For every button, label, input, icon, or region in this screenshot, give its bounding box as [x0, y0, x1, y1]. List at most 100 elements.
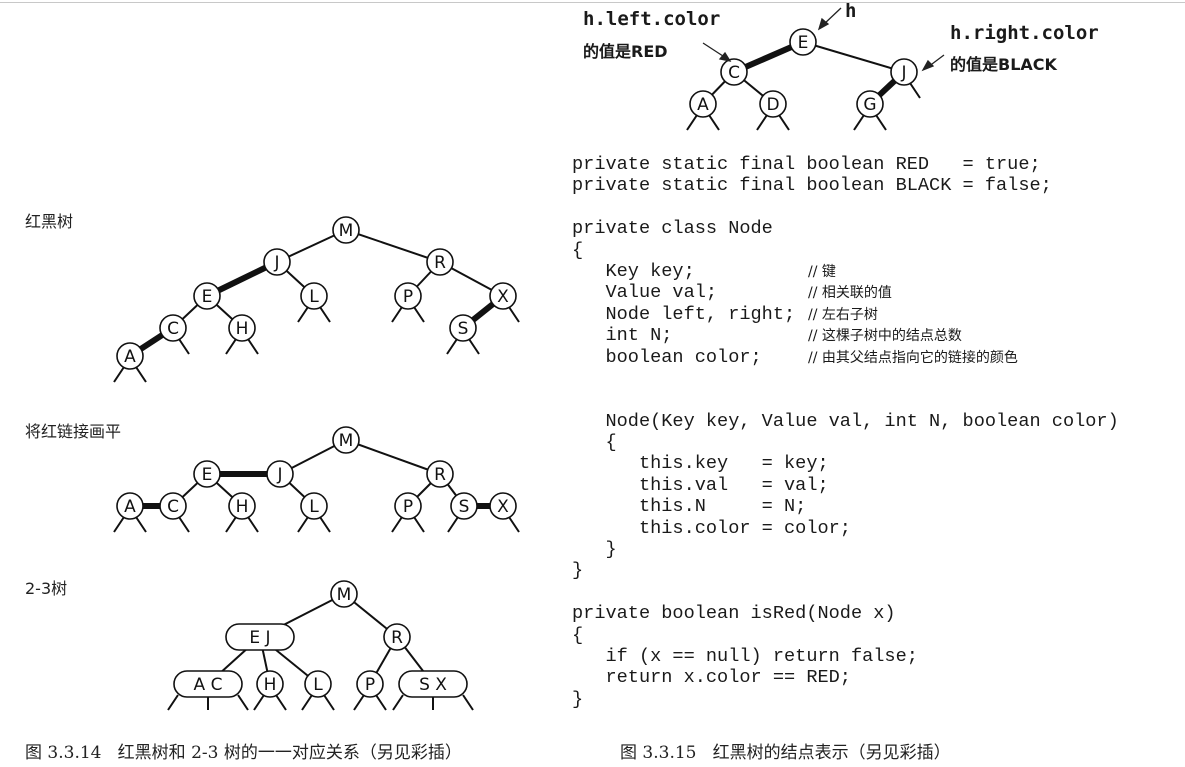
label-red-black-tree: 红黑树	[25, 212, 74, 231]
node-key: M	[339, 221, 354, 241]
code-comment: // 键	[808, 263, 836, 280]
code-listing: private static final boolean RED = true;…	[572, 154, 1119, 710]
null-link-stub	[853, 114, 865, 131]
node-key: S	[459, 497, 470, 517]
code-text: {	[572, 239, 584, 261]
code-text: private boolean isRed(Node x)	[572, 603, 896, 625]
code-line: Key key; // 键	[572, 261, 1119, 282]
null-link-stub	[391, 306, 403, 323]
null-link-stub	[297, 516, 309, 533]
null-link-stub	[909, 82, 921, 99]
code-text: }	[572, 688, 584, 710]
null-link-stub	[391, 516, 403, 533]
null-link-stub	[686, 114, 698, 131]
code-line: Value val; // 相关联的值	[572, 282, 1119, 303]
two-three-tree: M E J R A C H L P S X	[167, 580, 474, 711]
null-link-stub	[167, 694, 179, 711]
black-link	[345, 229, 441, 263]
node-key: L	[309, 287, 319, 307]
black-link	[802, 41, 905, 73]
code-text: this.N = N;	[572, 496, 807, 518]
code-line: }	[572, 539, 1119, 560]
node-key: A	[124, 347, 136, 367]
null-link-stub	[778, 114, 790, 131]
node-key: A C	[194, 675, 223, 695]
code-comment: // 左右子树	[808, 306, 878, 323]
code-comment: // 由其父结点指向它的链接的颜色	[808, 349, 1018, 366]
code-text: boolean color;	[572, 346, 762, 368]
code-text: this.val = val;	[572, 474, 829, 496]
label-two-three-tree: 2-3树	[25, 579, 68, 598]
null-link-stub	[237, 694, 249, 711]
null-link-stub	[446, 338, 458, 355]
code-line: private static final boolean RED = true;	[572, 154, 1119, 175]
code-line: }	[572, 689, 1119, 710]
null-link-stub	[297, 306, 309, 323]
node-key: P	[365, 675, 375, 695]
node-key: C	[167, 319, 179, 339]
null-link-stub	[253, 694, 265, 711]
node-key: E	[202, 287, 213, 307]
code-line: {	[572, 432, 1119, 453]
code-text: int N;	[572, 325, 673, 347]
null-link-stub	[113, 516, 125, 533]
code-text: private static final boolean RED = true;	[572, 154, 1041, 175]
code-line: if (x == null) return false;	[572, 646, 1119, 667]
node-key: P	[403, 497, 413, 517]
null-link-stub	[301, 694, 313, 711]
code-text: this.key = key;	[572, 453, 829, 475]
code-text: return x.color == RED;	[572, 667, 851, 689]
node-key: A	[697, 95, 709, 115]
code-text: Value val;	[572, 282, 718, 304]
code-line: {	[572, 625, 1119, 646]
null-link-stub	[353, 694, 365, 711]
code-line: this.key = key;	[572, 453, 1119, 474]
code-text: if (x == null) return false;	[572, 645, 918, 667]
node-key: P	[403, 287, 413, 307]
null-link-stub	[247, 338, 259, 355]
null-link-stub	[392, 694, 404, 711]
null-link-stub	[508, 306, 520, 323]
code-line: private static final boolean BLACK = fal…	[572, 175, 1119, 196]
null-link-stub	[468, 338, 480, 355]
node-representation-tree: E C J A D G	[686, 28, 921, 131]
flattened-red-black-tree: M E J R A C H L P S X	[113, 426, 520, 533]
node-key: L	[309, 497, 319, 517]
label-flattened: 将红链接画平	[25, 422, 122, 441]
annotation-h: h	[845, 0, 857, 22]
node-key: J	[900, 63, 906, 83]
code-text: {	[572, 432, 617, 454]
null-link-stub	[447, 516, 459, 533]
null-link-stub	[275, 694, 287, 711]
node-key: G	[863, 95, 876, 115]
node-key: X	[497, 287, 509, 307]
node-key: E	[798, 33, 809, 53]
node-key: M	[337, 585, 352, 605]
node-key: C	[728, 63, 740, 83]
node-key: H	[236, 497, 249, 517]
code-line: private boolean isRed(Node x)	[572, 603, 1119, 624]
node-key: J	[276, 465, 282, 485]
code-line: private class Node	[572, 218, 1119, 239]
null-link-stub	[756, 114, 768, 131]
code-text: this.color = color;	[572, 517, 851, 539]
code-text: private class Node	[572, 218, 773, 240]
code-line: return x.color == RED;	[572, 667, 1119, 688]
node-key: E	[202, 465, 213, 485]
code-text: }	[572, 560, 584, 582]
code-line: {	[572, 240, 1119, 261]
node-key: M	[339, 431, 354, 451]
null-link-stub	[413, 306, 425, 323]
null-link-stub	[225, 338, 237, 355]
node-key: J	[273, 253, 279, 273]
code-text: Node(Key key, Value val, int N, boolean …	[572, 410, 1119, 432]
code-text: Node left, right;	[572, 303, 796, 325]
node-key: A	[124, 497, 136, 517]
code-text: {	[572, 624, 584, 646]
node-key: S X	[419, 675, 447, 695]
node-key: R	[434, 253, 446, 273]
annotation-right-code: h.right.color	[950, 22, 1099, 44]
